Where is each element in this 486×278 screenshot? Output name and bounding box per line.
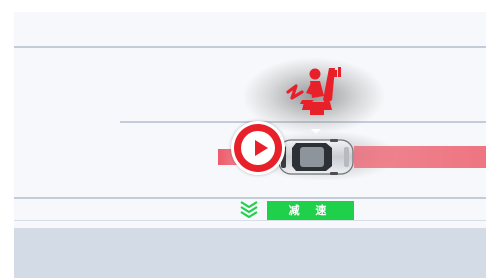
decelerate-badge: 减 速 — [267, 201, 354, 220]
lane-line-lower — [14, 197, 486, 199]
play-icon — [255, 140, 268, 156]
play-button[interactable] — [231, 121, 285, 175]
bottom-panel — [14, 228, 486, 278]
danger-zone-ahead — [354, 146, 486, 168]
decelerate-chevrons-icon — [240, 201, 258, 218]
ego-car — [278, 139, 354, 175]
lane-line-bottom — [14, 220, 486, 221]
play-button-inner — [241, 131, 275, 165]
lane-line-top — [14, 46, 486, 48]
seat-occupant-warning-icon — [286, 67, 341, 115]
